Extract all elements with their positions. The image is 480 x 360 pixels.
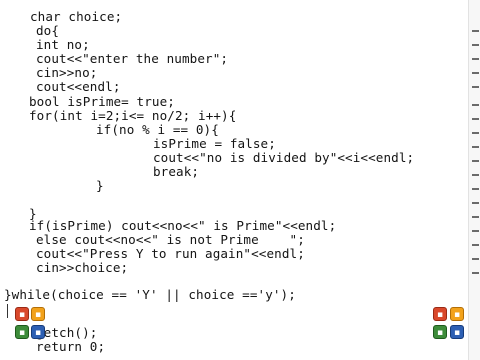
code-line[interactable]: cout<<endl; (36, 80, 121, 94)
orange-action-glyph: ▪ (34, 310, 42, 320)
code-line[interactable]: isPrime = false; (153, 137, 276, 151)
code-line[interactable]: cin>>no; (36, 66, 97, 80)
code-line[interactable]: } (96, 179, 104, 193)
orange-action-glyph: ▪ (453, 310, 461, 320)
ruler-mark (472, 230, 479, 232)
code-line[interactable]: cout<<"Press Y to run again"<<endl; (36, 247, 305, 261)
code-editor[interactable]: char choice; do{ int no; cout<<"enter th… (0, 0, 480, 360)
ruler-mark (472, 58, 479, 60)
code-line[interactable]: do{ (36, 24, 59, 38)
green-action-icon[interactable]: ▪ (433, 325, 447, 339)
ruler-mark (472, 86, 479, 88)
red-action-icon[interactable]: ▪ (433, 307, 447, 321)
code-line[interactable]: cout<<"no is divided by"<<i<<endl; (153, 151, 414, 165)
code-line[interactable]: return 0; (36, 340, 105, 354)
green-action-glyph: ▪ (436, 328, 444, 338)
code-line[interactable]: char choice; (30, 10, 122, 24)
ruler-mark (472, 244, 479, 246)
ruler-mark (472, 188, 479, 190)
ruler-mark (472, 146, 479, 148)
ruler-mark (472, 132, 479, 134)
overview-ruler[interactable] (468, 0, 480, 360)
ruler-mark (472, 202, 479, 204)
ruler-mark (472, 72, 479, 74)
orange-action-icon[interactable]: ▪ (450, 307, 464, 321)
code-line[interactable]: if(no % i == 0){ (96, 123, 219, 137)
blue-action-glyph: ▪ (453, 328, 461, 338)
code-line[interactable]: else cout<<no<<" is not Prime "; (36, 233, 305, 247)
ruler-mark (472, 104, 479, 106)
orange-action-icon[interactable]: ▪ (31, 307, 45, 321)
blue-action-icon[interactable]: ▪ (31, 325, 45, 339)
red-action-glyph: ▪ (436, 310, 444, 320)
ruler-mark (472, 30, 479, 32)
code-line[interactable]: for(int i=2;i<= no/2; i++){ (29, 109, 236, 123)
code-line[interactable]: int no; (36, 38, 90, 52)
code-line[interactable]: cin>>choice; (36, 261, 128, 275)
ruler-mark (472, 118, 479, 120)
red-action-icon[interactable]: ▪ (15, 307, 29, 321)
ruler-mark (472, 258, 479, 260)
code-line[interactable]: break; (153, 165, 199, 179)
blue-action-glyph: ▪ (34, 328, 42, 338)
text-caret (7, 304, 8, 318)
code-line[interactable]: cout<<"enter the number"; (36, 52, 228, 66)
ruler-mark (472, 44, 479, 46)
green-action-glyph: ▪ (18, 328, 26, 338)
blue-action-icon[interactable]: ▪ (450, 325, 464, 339)
code-line[interactable]: if(isPrime) cout<<no<<" is Prime"<<endl; (29, 219, 336, 233)
ruler-mark (472, 160, 479, 162)
green-action-icon[interactable]: ▪ (15, 325, 29, 339)
ruler-mark (472, 272, 479, 274)
code-line[interactable]: }while(choice == 'Y' || choice =='y'); (4, 288, 296, 302)
ruler-mark (472, 174, 479, 176)
code-line[interactable]: getch(); (36, 326, 97, 340)
ruler-mark (472, 216, 479, 218)
code-line[interactable]: bool isPrime= true; (29, 95, 175, 109)
red-action-glyph: ▪ (18, 310, 26, 320)
